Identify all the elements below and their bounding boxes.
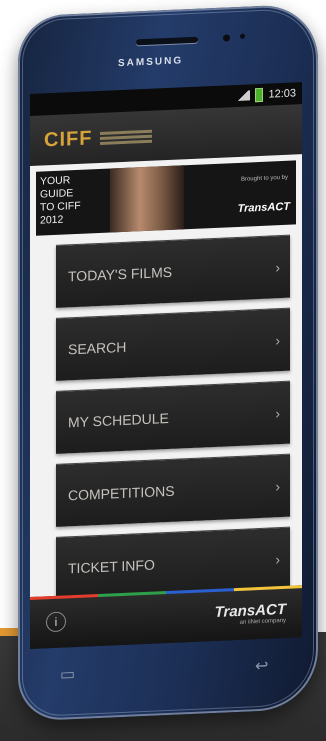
menu-item-label: SEARCH — [68, 338, 127, 358]
back-button-icon[interactable]: ↩ — [255, 656, 268, 677]
banner-line-1: YOUR GUIDE — [40, 174, 74, 201]
main-menu: TODAY'S FILMS › SEARCH › MY SCHEDULE › C… — [36, 234, 296, 600]
info-icon[interactable]: i — [46, 611, 66, 633]
menu-item-label: TICKET INFO — [68, 556, 155, 577]
promo-banner[interactable]: YOUR GUIDE TO CIFF 2012 Brought to you b… — [36, 160, 296, 236]
brought-by-text: Brought to you by — [240, 174, 288, 183]
sponsor-logo: TransACT — [237, 200, 290, 215]
menu-item-label: TODAY'S FILMS — [68, 263, 173, 285]
main-content: YOUR GUIDE TO CIFF 2012 Brought to you b… — [30, 154, 302, 626]
menu-button-icon[interactable]: ▭ — [60, 664, 75, 685]
chevron-right-icon: › — [275, 405, 280, 422]
ciff-logo: CIFF — [44, 126, 93, 151]
chevron-right-icon: › — [275, 259, 280, 276]
battery-icon — [255, 87, 264, 103]
banner-line-3: 2012 — [40, 213, 64, 227]
festival-subtitle-mark — [100, 127, 153, 146]
chevron-right-icon: › — [275, 332, 280, 349]
menu-item-my-schedule[interactable]: MY SCHEDULE › — [56, 380, 290, 454]
menu-item-search[interactable]: SEARCH › — [56, 307, 290, 381]
banner-sponsor-area: Brought to you by TransACT — [184, 160, 296, 229]
signal-icon — [236, 90, 251, 102]
menu-item-label: MY SCHEDULE — [68, 409, 169, 431]
banner-photo — [110, 165, 184, 233]
menu-item-todays-films[interactable]: TODAY'S FILMS › — [56, 234, 290, 308]
phone-device: SAMSUNG 12:03 CIFF YOUR GUIDE TO CIFF 20… — [18, 3, 318, 722]
banner-text: YOUR GUIDE TO CIFF 2012 — [36, 169, 110, 236]
menu-item-competitions[interactable]: COMPETITIONS › — [56, 453, 290, 527]
chevron-right-icon: › — [275, 551, 280, 568]
menu-item-label: COMPETITIONS — [68, 482, 175, 504]
clock: 12:03 — [268, 87, 296, 101]
transact-logo: TransACT an iiNet company — [215, 600, 286, 626]
chevron-right-icon: › — [275, 478, 280, 495]
app-screen: 12:03 CIFF YOUR GUIDE TO CIFF 2012 Broug… — [30, 82, 302, 650]
